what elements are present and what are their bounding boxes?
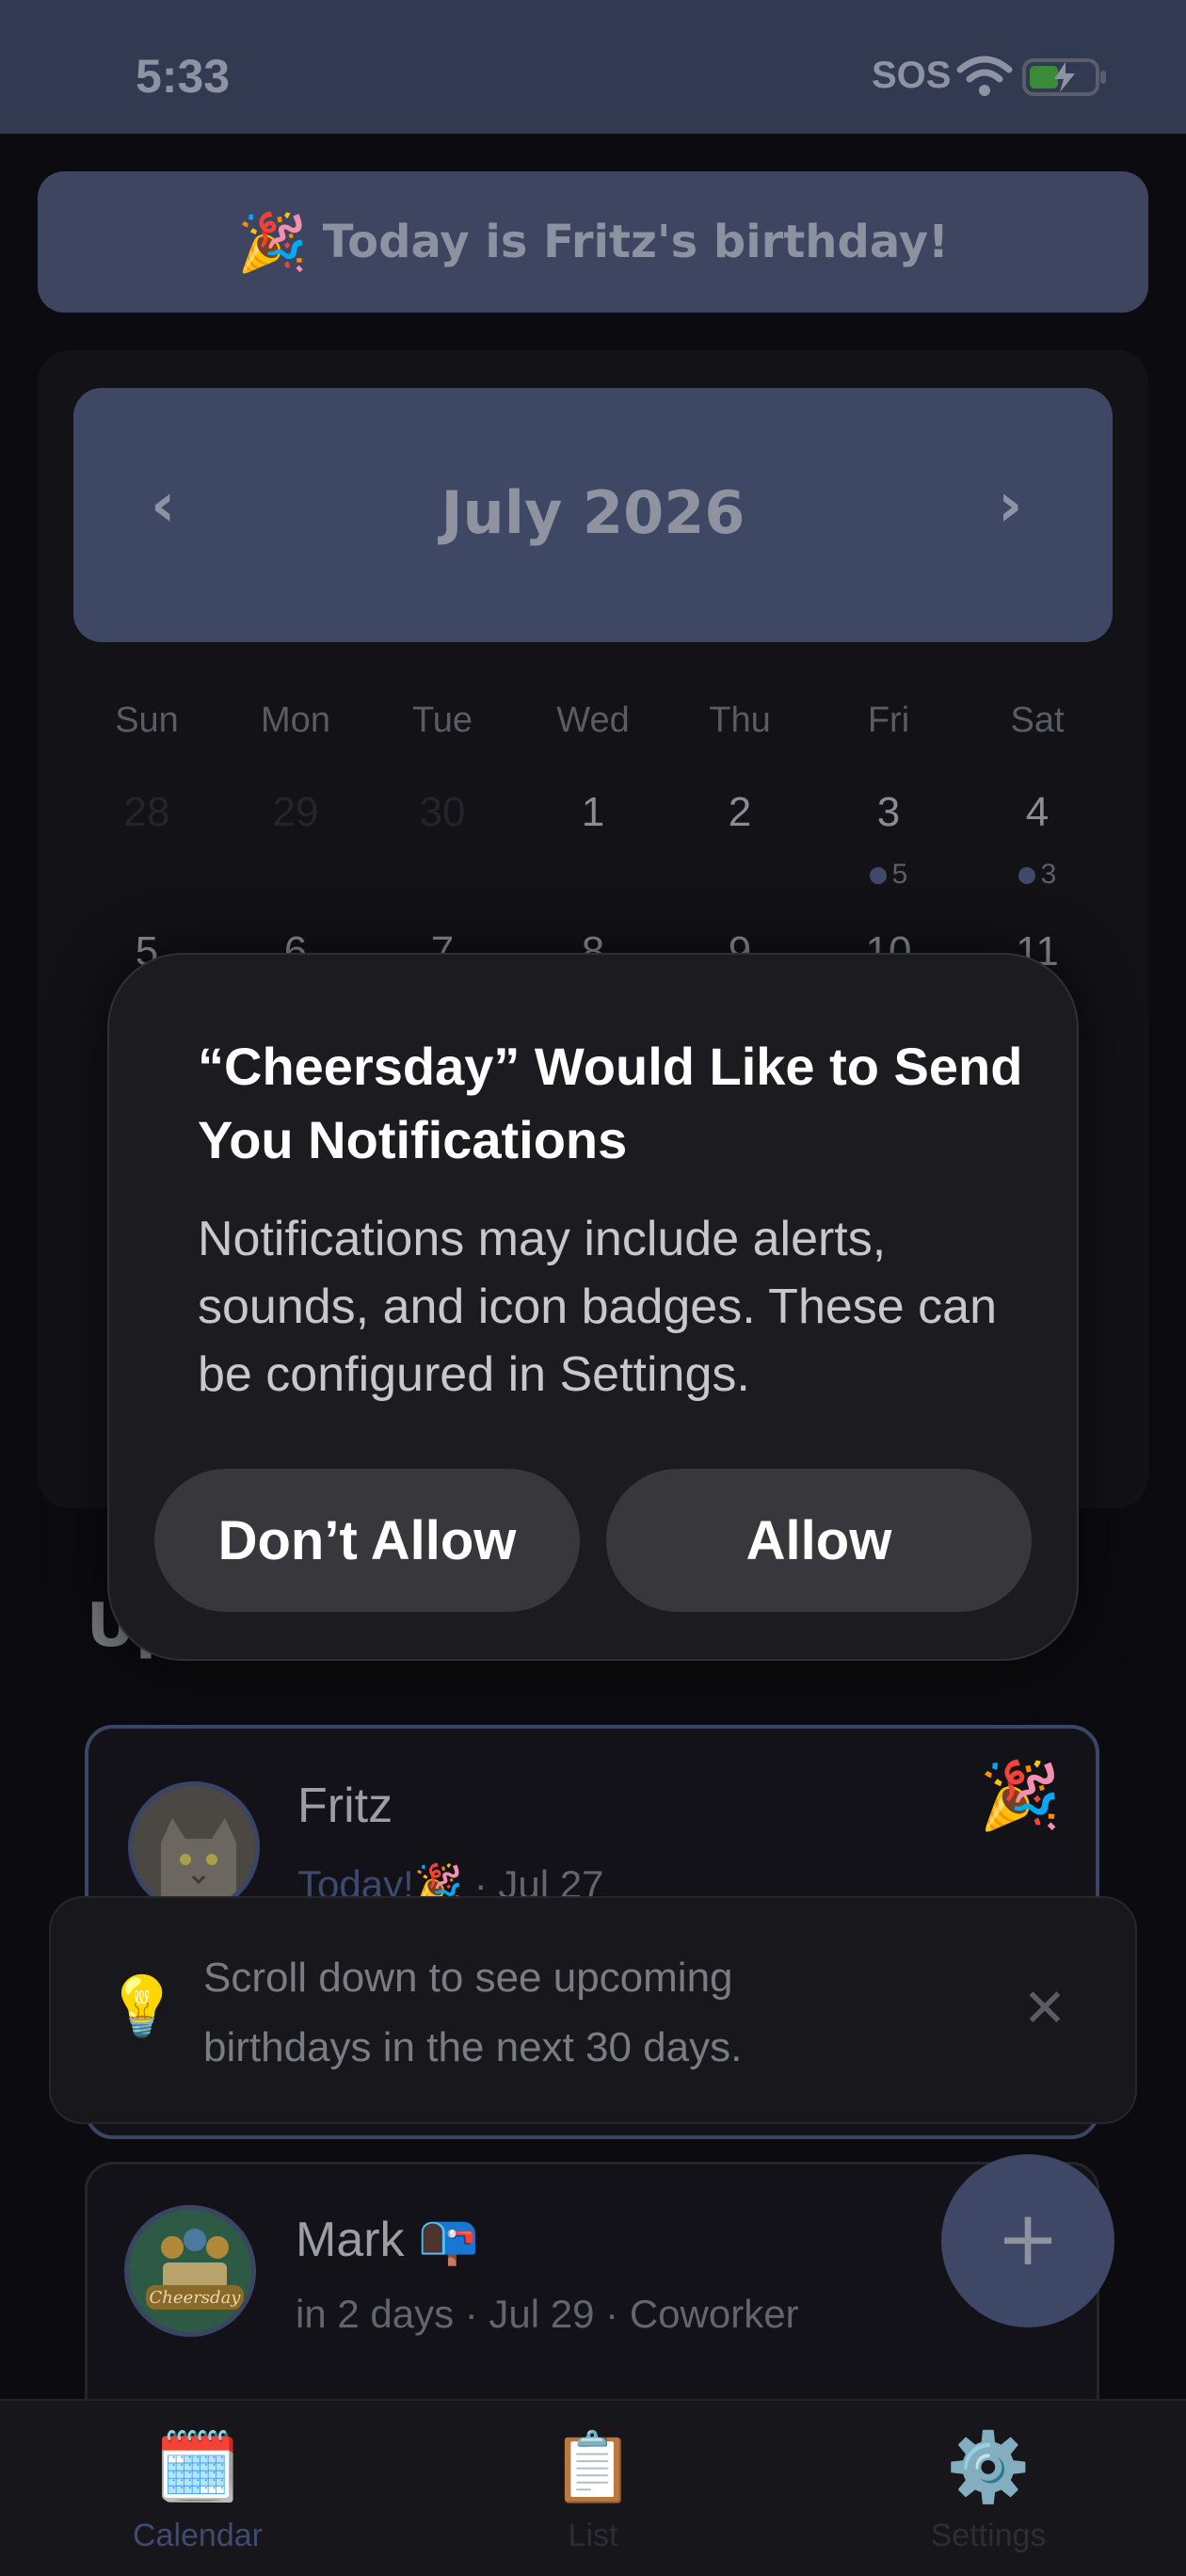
birthday-banner[interactable]: 🎉 Today is Fritz's birthday! bbox=[38, 171, 1148, 313]
weekday-label: Wed bbox=[556, 700, 630, 740]
calendar-icon: 🗓️ bbox=[155, 2427, 240, 2506]
weekday-label: Thu bbox=[709, 700, 771, 740]
calendar-day[interactable]: 3 bbox=[823, 789, 954, 836]
calendar-day[interactable]: 28 bbox=[81, 789, 213, 836]
mailbox-icon: 📭 bbox=[418, 2213, 479, 2267]
avatar bbox=[128, 1781, 260, 1913]
month-title: July 2026 bbox=[441, 478, 745, 547]
add-birthday-button[interactable]: + bbox=[941, 2154, 1114, 2327]
hint-text: Scroll down to see upcoming birthdays in… bbox=[203, 1955, 743, 2070]
status-time: 5:33 bbox=[136, 50, 231, 103]
birthday-count: 5 bbox=[891, 859, 908, 890]
tab-label: Settings bbox=[930, 2518, 1047, 2553]
avatar: Cheersday bbox=[124, 2205, 256, 2337]
calendar-day[interactable]: 29 bbox=[230, 789, 361, 836]
dialog-title: “Cheersday” Would Like to Send You Notif… bbox=[198, 1037, 1023, 1169]
calendar-day[interactable]: 30 bbox=[377, 789, 508, 836]
weekday-label: Sat bbox=[1010, 700, 1065, 740]
calendar-day[interactable]: 4 bbox=[971, 789, 1103, 836]
calendar-day[interactable]: 1 bbox=[527, 789, 659, 836]
birthday-count-badge: 5 bbox=[823, 859, 954, 891]
card-name: Mark 📭 bbox=[296, 2211, 479, 2268]
birthday-count: 3 bbox=[1040, 859, 1057, 890]
close-icon[interactable]: ✕ bbox=[1017, 1981, 1073, 2037]
weekday-label: Sun bbox=[115, 700, 179, 740]
card-name-text: Mark bbox=[296, 2213, 405, 2267]
tab-list[interactable]: 📋 List bbox=[480, 2427, 706, 2554]
next-month-button[interactable]: › bbox=[998, 471, 1022, 540]
banner-text: Today is Fritz's birthday! bbox=[322, 216, 949, 268]
tab-label: List bbox=[568, 2518, 618, 2553]
weekday-label: Tue bbox=[411, 700, 473, 740]
allow-button[interactable]: Allow bbox=[606, 1469, 1032, 1612]
wifi-icon bbox=[956, 56, 1013, 96]
party-popper-icon: 🎉 bbox=[237, 209, 308, 276]
lightbulb-icon: 💡 bbox=[105, 1972, 179, 2040]
party-popper-icon: 🎉 bbox=[979, 1757, 1062, 1834]
tab-label: Calendar bbox=[133, 2518, 263, 2553]
sos-indicator: SOS bbox=[872, 55, 952, 96]
gear-icon: ⚙️ bbox=[946, 2427, 1031, 2506]
dont-allow-button[interactable]: Don’t Allow bbox=[154, 1469, 580, 1612]
birthday-count-badge: 3 bbox=[971, 859, 1103, 891]
card-subtitle: in 2 days · Jul 29 · Coworker bbox=[296, 2292, 799, 2336]
tab-settings[interactable]: ⚙️ Settings bbox=[875, 2427, 1101, 2554]
weekday-label: Mon bbox=[261, 700, 330, 740]
tab-calendar[interactable]: 🗓️ Calendar bbox=[85, 2427, 311, 2554]
clipboard-icon: 📋 bbox=[551, 2427, 635, 2506]
card-name: Fritz bbox=[297, 1779, 393, 1833]
weekday-label: Fri bbox=[867, 700, 910, 740]
dialog-message: Notifications may include alerts, sounds… bbox=[198, 1212, 997, 1402]
logo-text: Cheersday bbox=[150, 2288, 242, 2308]
battery-charging-icon bbox=[1022, 58, 1106, 96]
calendar-day[interactable]: 2 bbox=[674, 789, 806, 836]
